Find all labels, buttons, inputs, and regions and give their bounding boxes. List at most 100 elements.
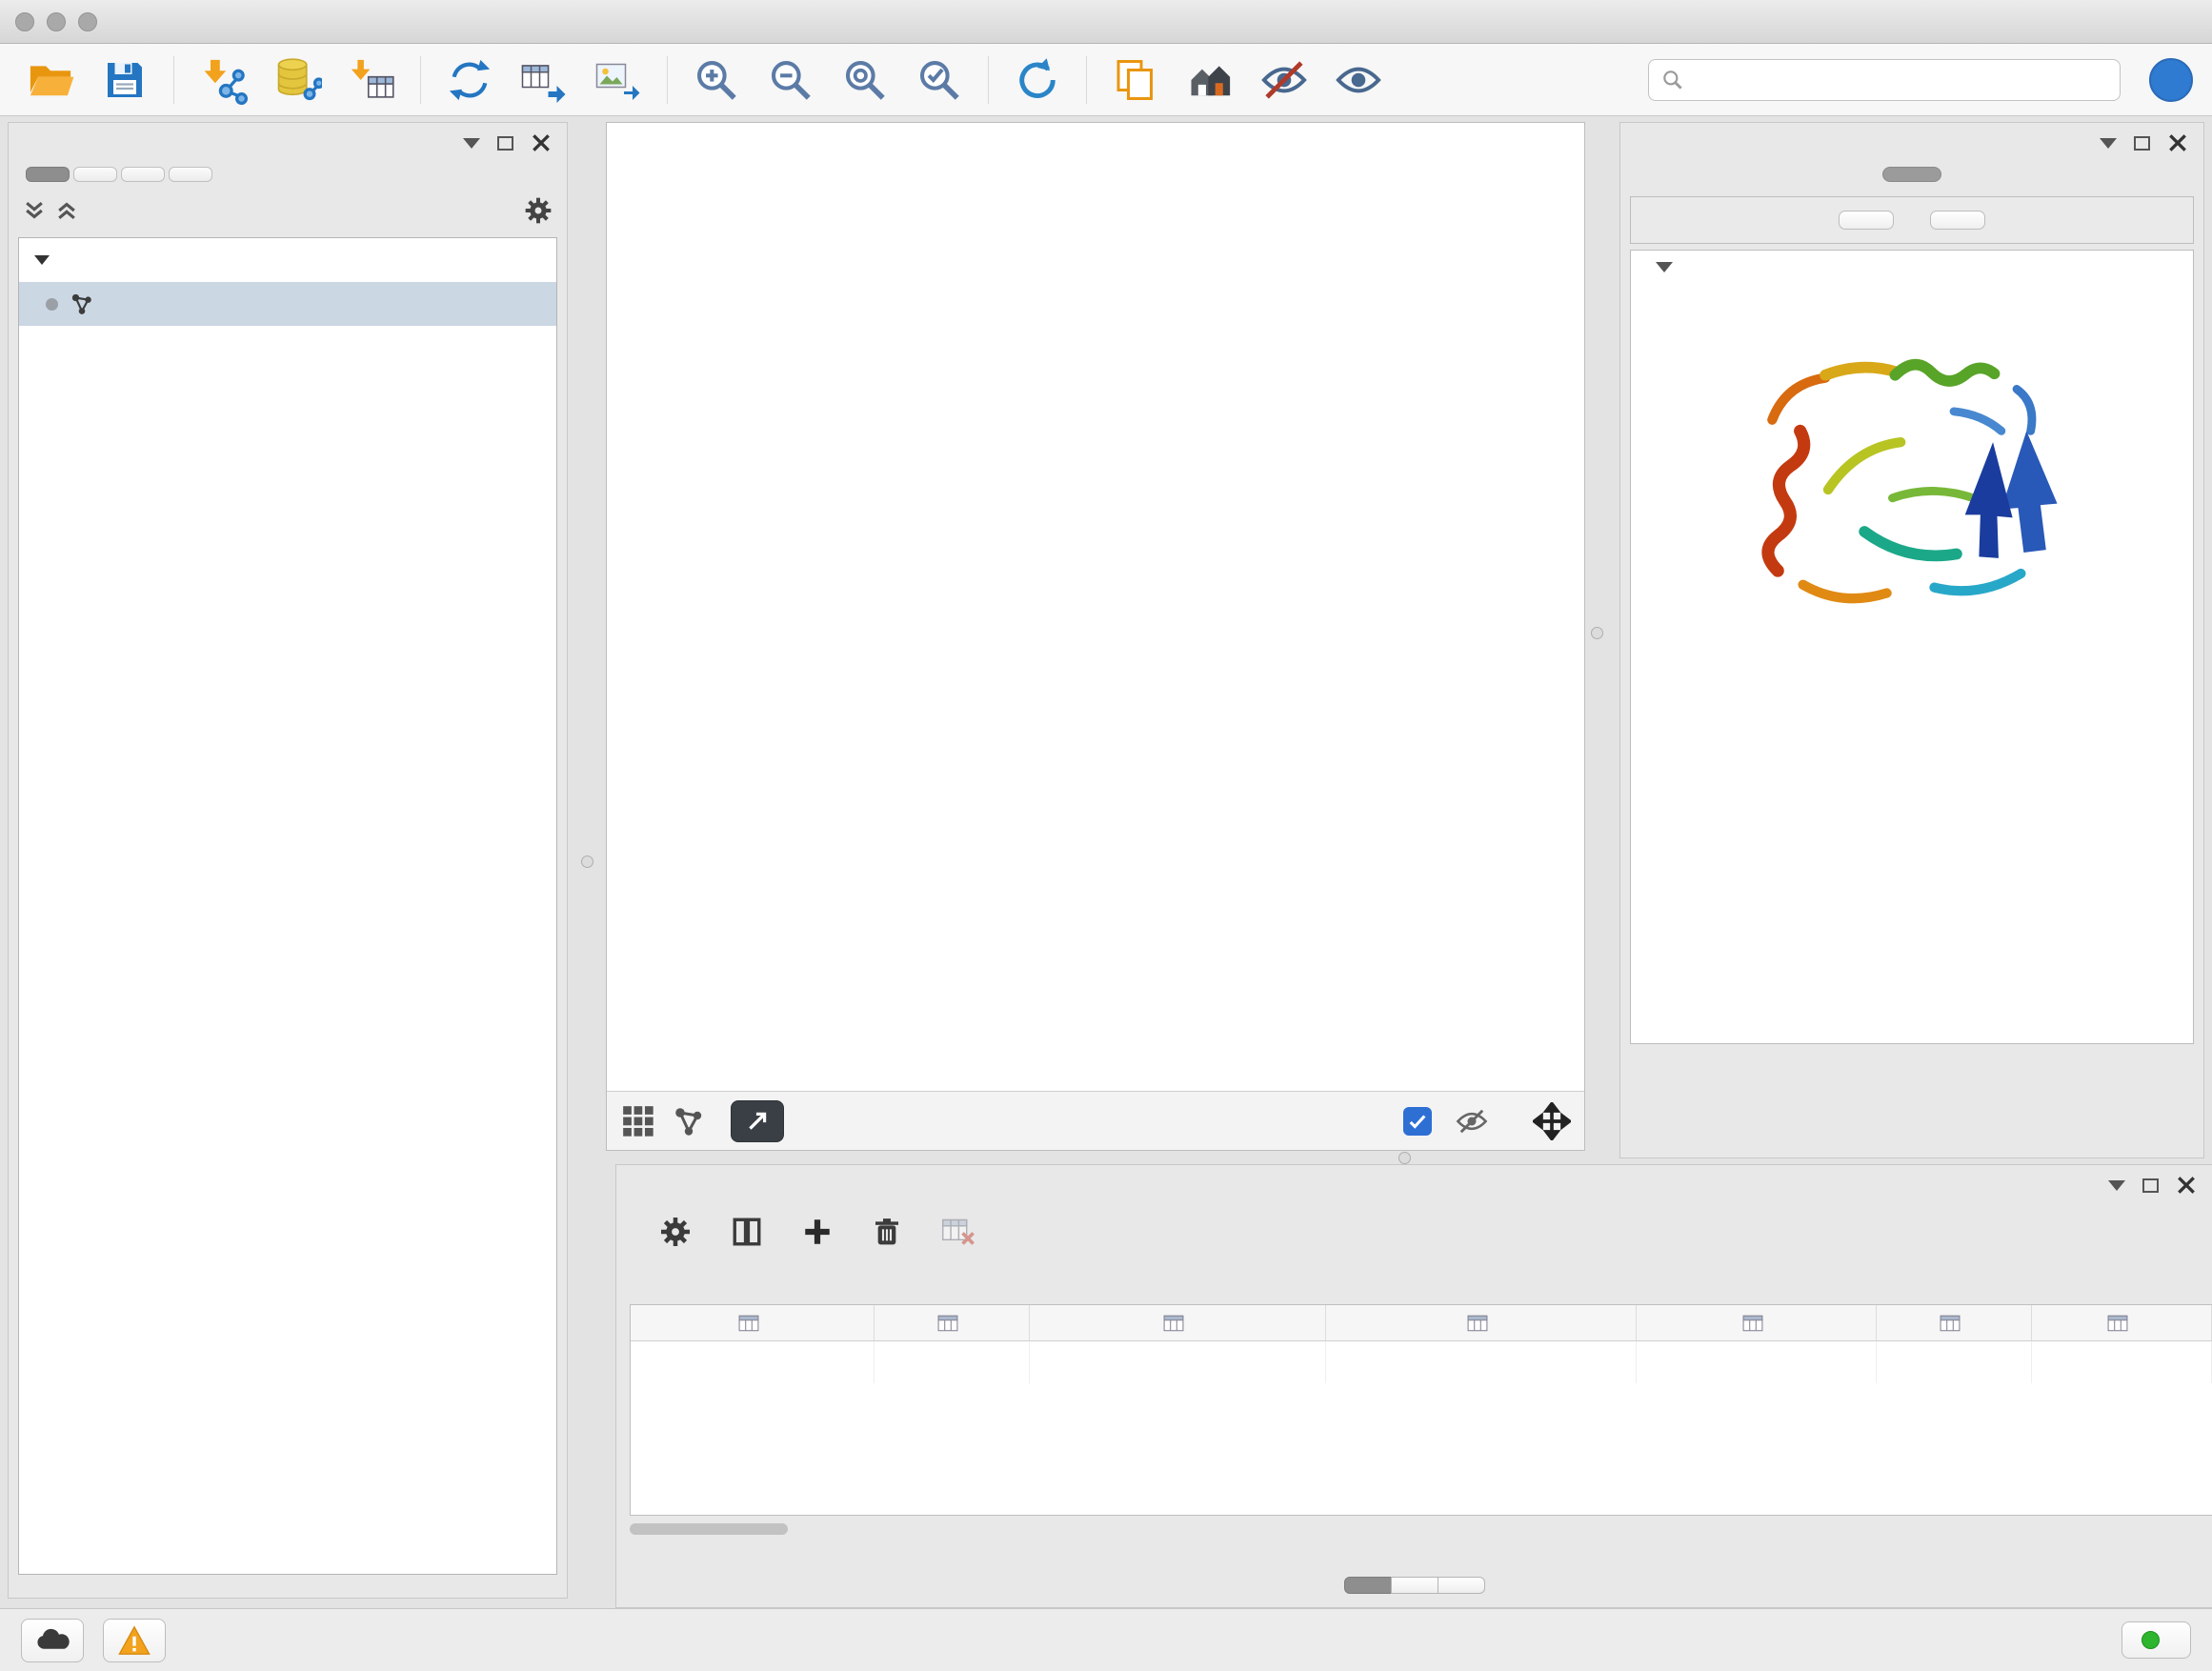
close-panel-icon[interactable] [531,132,552,153]
table-column-icon [1940,1315,1961,1332]
tab-network[interactable] [26,167,70,182]
collapse-collection-icon[interactable] [34,255,50,265]
column-header-canonical-name[interactable] [1030,1305,1326,1341]
splitter-grip[interactable] [581,856,593,868]
expand-all-button[interactable] [54,198,79,223]
select-columns-button[interactable] [731,1216,763,1248]
open-session-button[interactable] [19,50,82,110]
tab-network-table[interactable] [1438,1577,1485,1594]
selection-indicator-checkbox[interactable] [1403,1107,1432,1136]
scrollbar-thumb[interactable] [630,1523,788,1535]
splitter-grip[interactable] [1591,627,1603,639]
table-row[interactable] [631,1341,2212,1383]
warnings-button[interactable] [103,1619,166,1662]
hide-selected-button[interactable] [1253,50,1316,110]
main-toolbar [0,44,2212,116]
zoom-fit-button[interactable] [834,50,896,110]
results-panel-header [1620,123,2203,163]
float-panel-icon[interactable] [2142,1178,2159,1193]
import-network-from-file-button[interactable] [191,50,254,110]
column-header-namespace[interactable] [2032,1305,2212,1341]
panel-menu-icon[interactable] [2108,1180,2125,1191]
splitter-grip[interactable] [1398,1152,1411,1164]
table-options-button[interactable] [658,1215,693,1249]
delete-table-button[interactable] [940,1216,975,1248]
table-column-icon [738,1315,759,1332]
show-graphics-details-button[interactable] [1178,50,1241,110]
grid-mode-button[interactable] [620,1103,656,1139]
panel-menu-icon[interactable] [2100,138,2117,149]
close-panel-icon[interactable] [2176,1175,2197,1196]
hidden-eye-slash-icon [1455,1104,1489,1138]
cell-canonical-name [1030,1341,1326,1383]
tab-style[interactable] [73,167,117,182]
zoom-fit-icon [841,56,889,104]
zoom-out-button[interactable] [759,50,822,110]
tab-string[interactable] [1882,167,1941,182]
toolbar-separator [667,56,668,104]
window-controls [15,12,97,31]
network-row[interactable] [19,282,556,326]
memory-button[interactable] [2122,1621,2191,1659]
float-panel-icon[interactable] [497,136,513,151]
clone-network-button[interactable] [438,50,501,110]
show-selected-button[interactable] [1327,50,1390,110]
gene-section-header[interactable] [1631,251,2193,276]
refresh-button[interactable] [1006,50,1069,110]
zoom-window-button[interactable] [78,12,97,31]
column-header-id[interactable] [1877,1305,2032,1341]
collapse-all-button[interactable] [1930,211,1985,230]
create-column-button[interactable] [801,1216,834,1248]
collapse-all-button[interactable] [22,198,47,223]
overview-mode-button[interactable] [672,1104,706,1138]
save-session-button[interactable] [93,50,156,110]
import-table-from-file-button[interactable] [340,50,403,110]
export-image-button[interactable] [587,50,650,110]
network-collection-row[interactable] [19,238,556,282]
float-panel-icon[interactable] [2134,136,2150,151]
tab-sets[interactable] [169,167,212,182]
fit-content-button[interactable] [1533,1102,1571,1140]
column-header-shared-name[interactable] [631,1305,875,1341]
network-options-button[interactable] [523,195,553,226]
table-header-row [631,1305,2212,1341]
expand-all-button[interactable] [1839,211,1894,230]
detach-view-button[interactable] [731,1100,784,1142]
column-header-name[interactable] [875,1305,1030,1341]
table-tabs [616,1577,2212,1594]
open-folder-icon [26,55,75,105]
export-table-button[interactable] [513,50,575,110]
cloud-button[interactable] [21,1619,84,1662]
table-column-icon [1742,1315,1763,1332]
panel-menu-icon[interactable] [463,138,480,149]
check-icon [1407,1111,1428,1132]
protein-structure-image [1730,322,2094,636]
help-button[interactable] [2149,58,2193,102]
minimize-window-button[interactable] [47,12,66,31]
search-input[interactable] [1695,69,2108,91]
cell-id [1877,1341,2032,1383]
toolbar-separator [988,56,989,104]
table-column-icon [1163,1315,1184,1332]
collapse-section-icon[interactable] [1656,262,1673,272]
delete-column-button[interactable] [872,1217,902,1247]
import-network-from-database-button[interactable] [266,50,329,110]
copy-button[interactable] [1104,50,1167,110]
zoom-in-button[interactable] [685,50,748,110]
table-toolbar [616,1205,2212,1258]
network-canvas[interactable] [607,123,1584,1091]
column-header-description[interactable] [1637,1305,1877,1341]
tab-node-table[interactable] [1344,1577,1392,1594]
close-panel-icon[interactable] [2167,132,2188,153]
tab-select[interactable] [121,167,165,182]
tab-edge-table[interactable] [1391,1577,1438,1594]
network-selection-bar [9,188,567,233]
close-window-button[interactable] [15,12,34,31]
results-panel [1619,122,2204,1158]
zoom-selected-button[interactable] [908,50,971,110]
column-header-database-identifier[interactable] [1326,1305,1637,1341]
search-box[interactable] [1648,59,2121,101]
table-horizontal-scrollbar[interactable] [630,1523,2206,1537]
houses-icon [1185,55,1235,105]
chevron-double-up-icon [54,198,79,223]
